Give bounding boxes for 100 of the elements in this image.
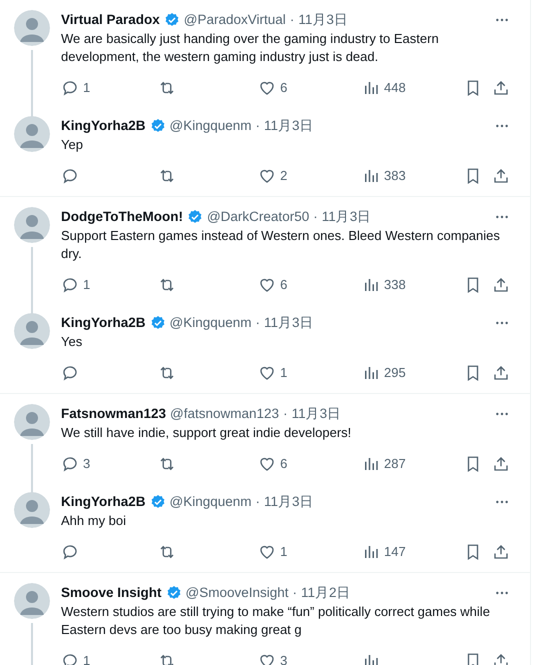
post-text: We are basically just handing over the gaming industry to Eastern development, the western gaming industry just is dead. (61, 30, 440, 66)
count: 1 (280, 364, 288, 382)
user-handle[interactable]: @Kingquenm (170, 313, 252, 333)
bar-chart-icon (362, 79, 380, 97)
reply-button[interactable]: 1 (61, 651, 90, 665)
speech-bubble-icon (61, 543, 79, 561)
post-date[interactable]: 11月3日 (298, 10, 348, 30)
post-date[interactable]: 11月3日 (322, 207, 372, 227)
bar-chart-icon (362, 652, 380, 665)
display-name[interactable]: Fatsnowman123 (61, 404, 166, 424)
repost-button[interactable] (158, 652, 176, 665)
display-name[interactable]: DodgeToTheMoon! (61, 207, 183, 227)
share-icon (492, 364, 510, 382)
bar-chart-icon (362, 276, 380, 294)
heart-icon (258, 652, 276, 665)
reply-button[interactable] (61, 543, 79, 561)
speech-bubble-icon (61, 276, 79, 294)
repost-button[interactable] (158, 455, 176, 473)
speech-bubble-icon (61, 455, 79, 473)
heart-icon (258, 167, 276, 185)
like-button[interactable]: 6 (258, 78, 288, 98)
repost-button[interactable] (158, 167, 176, 185)
like-button[interactable]: 1 (258, 363, 288, 383)
avatar[interactable] (14, 404, 50, 440)
repost-icon (158, 455, 176, 473)
display-name[interactable]: KingYorha2B (61, 116, 146, 136)
avatar[interactable] (14, 313, 50, 349)
repost-button[interactable] (158, 276, 176, 294)
repost-button[interactable] (158, 364, 176, 382)
reply-button[interactable]: 3 (61, 454, 90, 474)
like-button[interactable]: 2 (258, 166, 288, 186)
avatar[interactable] (14, 10, 50, 46)
user-handle[interactable]: @DarkCreator50 (206, 207, 310, 227)
post-date[interactable]: 11月3日 (292, 404, 342, 424)
avatar[interactable] (14, 492, 50, 528)
share-button[interactable] (492, 455, 510, 473)
count: 1 (83, 652, 90, 665)
bar-chart-icon (362, 455, 380, 473)
avatar[interactable] (14, 583, 50, 619)
separator-dot: · (256, 314, 260, 332)
views-button[interactable]: 295 (362, 363, 406, 383)
like-button[interactable]: 1 (258, 542, 288, 562)
display-name[interactable]: Smoove Insight (61, 583, 162, 603)
user-handle[interactable]: @Kingquenm (170, 116, 252, 136)
heart-icon (258, 543, 276, 561)
reply-button[interactable]: 1 (61, 275, 90, 295)
reply-button[interactable] (61, 167, 79, 185)
heart-icon (258, 455, 276, 473)
reply-button[interactable] (61, 364, 79, 382)
bar-chart-icon (362, 364, 380, 382)
share-icon (492, 652, 510, 665)
repost-button[interactable] (158, 543, 176, 561)
count: 295 (384, 364, 406, 382)
post-date[interactable]: 11月3日 (264, 116, 314, 136)
separator-dot: · (292, 584, 298, 602)
post-date[interactable]: 11月2日 (301, 583, 351, 603)
avatar[interactable] (14, 207, 50, 243)
display-name[interactable]: KingYorha2B (61, 313, 146, 333)
avatar[interactable] (14, 116, 50, 152)
post-date[interactable]: 11月3日 (264, 492, 314, 512)
display-name[interactable]: Virtual Paradox (61, 10, 160, 30)
views-button[interactable]: 287 (362, 454, 406, 474)
share-button[interactable] (492, 167, 510, 185)
share-button[interactable] (492, 652, 510, 665)
repost-button[interactable] (158, 79, 176, 97)
reply-button[interactable]: 1 (61, 78, 90, 98)
repost-icon (158, 364, 176, 382)
post-text: Ahh my boi (61, 512, 128, 530)
display-name[interactable]: KingYorha2B (61, 492, 146, 512)
user-handle[interactable]: @ParadoxVirtual (184, 10, 286, 30)
post-text: Yes (61, 333, 84, 351)
user-handle[interactable]: @SmooveInsight (186, 583, 289, 603)
share-button[interactable] (492, 79, 510, 97)
like-button[interactable]: 6 (258, 454, 288, 474)
bar-chart-icon (362, 543, 380, 561)
count: 1 (83, 79, 90, 98)
like-button[interactable]: 6 (258, 275, 288, 295)
count: 147 (384, 543, 406, 562)
separator-dot: · (283, 405, 288, 423)
post-text: Western studios are still trying to make “fun” politically correct games while Eastern devs are too busy making great g (61, 603, 491, 639)
speech-bubble-icon (61, 652, 79, 665)
heart-icon (258, 364, 276, 382)
speech-bubble-icon (61, 79, 79, 97)
views-button[interactable]: 383 (362, 166, 406, 186)
count: 6 (280, 79, 288, 98)
share-icon (492, 455, 510, 473)
share-button[interactable] (492, 364, 510, 382)
share-button[interactable] (492, 276, 510, 294)
count: 338 (384, 276, 406, 294)
post-date[interactable]: 11月3日 (264, 313, 314, 333)
count: 6 (280, 455, 288, 474)
user-handle[interactable]: @Kingquenm (170, 492, 252, 512)
user-handle[interactable]: @fatsnowman123 (170, 404, 280, 424)
share-button[interactable] (492, 543, 510, 561)
views-button[interactable]: 338 (362, 275, 406, 295)
repost-icon (158, 167, 176, 185)
speech-bubble-icon (61, 364, 79, 382)
views-button[interactable]: 448 (362, 78, 406, 98)
views-button[interactable]: 147 (362, 542, 406, 562)
views-button[interactable] (362, 652, 380, 665)
